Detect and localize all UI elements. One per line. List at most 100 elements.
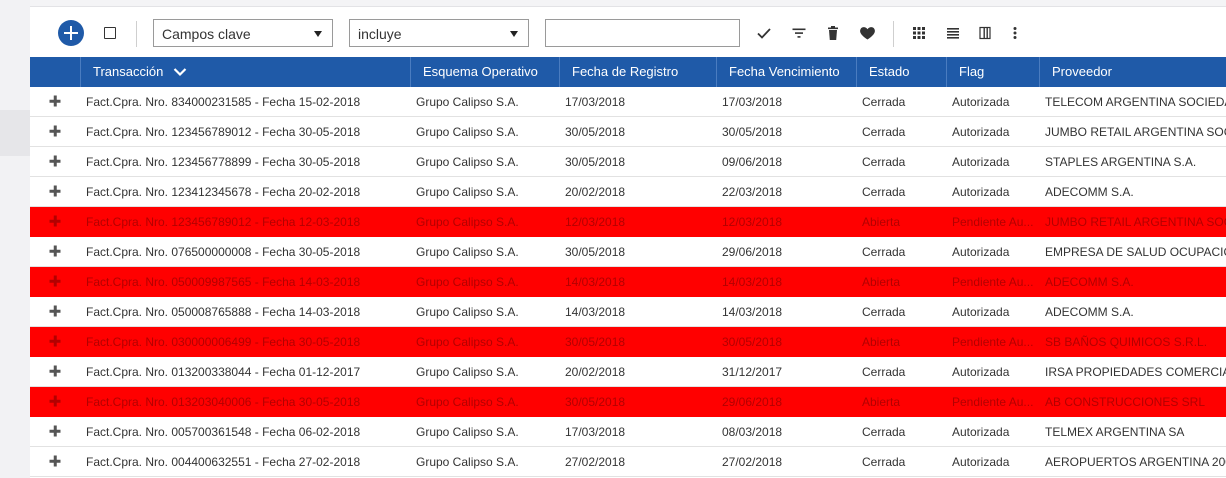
cell-estado: Cerrada: [862, 455, 906, 469]
table-row[interactable]: Fact.Cpra. Nro. 030000006499 - Fecha 30-…: [30, 327, 1226, 357]
table-row[interactable]: Fact.Cpra. Nro. 050008765888 - Fecha 14-…: [30, 297, 1226, 327]
cell-fecha-vencimiento: 29/06/2018: [722, 395, 783, 409]
expand-plus-icon[interactable]: [49, 455, 61, 467]
table-row[interactable]: Fact.Cpra. Nro. 005700361548 - Fecha 06-…: [30, 417, 1226, 447]
expand-plus-icon[interactable]: [49, 335, 61, 347]
expand-plus-icon[interactable]: [49, 245, 61, 257]
table-row[interactable]: Fact.Cpra. Nro. 013200338044 - Fecha 01-…: [30, 357, 1226, 387]
cell-proveedor: JUMBO RETAIL ARGENTINA SOCI: [1045, 125, 1226, 139]
expand-plus-icon[interactable]: [49, 95, 61, 107]
list-view-icon[interactable]: [942, 22, 964, 44]
cell-proveedor: AEROPUERTOS ARGENTINA 2000: [1045, 455, 1226, 469]
sort-chevron-down-icon[interactable]: [173, 67, 187, 77]
cell-fecha-registro: 30/05/2018: [565, 335, 626, 349]
expand-plus-icon[interactable]: [49, 155, 61, 167]
cell-esquema: Grupo Calipso S.A.: [416, 425, 519, 439]
expand-plus-icon[interactable]: [49, 125, 61, 137]
table-row[interactable]: Fact.Cpra. Nro. 123456789012 - Fecha 12-…: [30, 207, 1226, 237]
cell-fecha-registro: 20/02/2018: [565, 365, 626, 379]
toolbar-divider: [893, 21, 894, 47]
cell-esquema: Grupo Calipso S.A.: [416, 215, 519, 229]
column-header-flag[interactable]: Flag: [946, 57, 1039, 87]
table-row[interactable]: Fact.Cpra. Nro. 050009987565 - Fecha 14-…: [30, 267, 1226, 297]
cell-esquema: Grupo Calipso S.A.: [416, 395, 519, 409]
search-input[interactable]: [545, 19, 740, 47]
cell-estado: Cerrada: [862, 365, 906, 379]
table-header: Transacción Esquema Operativo Fecha de R…: [30, 57, 1226, 87]
column-header-label: Estado: [869, 64, 910, 79]
field-select-value: Campos clave: [162, 26, 251, 42]
cell-fecha-vencimiento: 22/03/2018: [722, 185, 783, 199]
column-header-esquema[interactable]: Esquema Operativo: [410, 57, 559, 87]
column-header-fecha-registro[interactable]: Fecha de Registro: [559, 57, 716, 87]
toolbar-divider: [136, 21, 137, 47]
cell-transaccion: Fact.Cpra. Nro. 076500000008 - Fecha 30-…: [86, 245, 361, 259]
column-header-estado[interactable]: Estado: [856, 57, 946, 87]
operator-select-value: incluye: [358, 26, 402, 42]
cell-fecha-vencimiento: 27/02/2018: [722, 455, 783, 469]
cell-fecha-registro: 20/02/2018: [565, 185, 626, 199]
cell-proveedor: ADECOMM S.A.: [1045, 275, 1134, 289]
table-row[interactable]: Fact.Cpra. Nro. 123456789012 - Fecha 30-…: [30, 117, 1226, 147]
cell-flag: Autorizada: [952, 245, 1010, 259]
grid-view-icon[interactable]: [908, 22, 930, 44]
expand-column-header: [30, 57, 80, 87]
operator-select[interactable]: incluye: [349, 19, 529, 47]
cell-estado: Abierta: [862, 335, 901, 349]
filter-icon[interactable]: [788, 22, 810, 44]
cell-esquema: Grupo Calipso S.A.: [416, 245, 519, 259]
cell-proveedor: TELECOM ARGENTINA SOCIEDAD: [1045, 95, 1226, 109]
expand-plus-icon[interactable]: [49, 185, 61, 197]
cell-flag: Autorizada: [952, 365, 1010, 379]
cell-fecha-vencimiento: 17/03/2018: [722, 95, 783, 109]
heart-icon[interactable]: [856, 22, 878, 44]
cell-fecha-registro: 30/05/2018: [565, 125, 626, 139]
cell-estado: Cerrada: [862, 125, 906, 139]
columns-icon[interactable]: [974, 22, 996, 44]
cell-estado: Cerrada: [862, 155, 906, 169]
table-row[interactable]: Fact.Cpra. Nro. 004400632551 - Fecha 27-…: [30, 447, 1226, 477]
field-select[interactable]: Campos clave: [153, 19, 333, 47]
cell-flag: Autorizada: [952, 455, 1010, 469]
cell-esquema: Grupo Calipso S.A.: [416, 155, 519, 169]
column-header-label: Fecha Vencimiento: [729, 64, 840, 79]
cell-transaccion: Fact.Cpra. Nro. 013200338044 - Fecha 01-…: [86, 365, 361, 379]
sidebar-block: [0, 110, 30, 156]
expand-plus-icon[interactable]: [49, 365, 61, 377]
expand-plus-icon[interactable]: [49, 275, 61, 287]
table-row[interactable]: Fact.Cpra. Nro. 013203040006 - Fecha 30-…: [30, 387, 1226, 417]
cell-esquema: Grupo Calipso S.A.: [416, 335, 519, 349]
cell-transaccion: Fact.Cpra. Nro. 123456789012 - Fecha 30-…: [86, 125, 361, 139]
grid-panel: Campos clave incluye Transacción Esquema…: [30, 6, 1226, 478]
left-background: [0, 0, 30, 478]
expand-plus-icon[interactable]: [49, 395, 61, 407]
table-row[interactable]: Fact.Cpra. Nro. 834000231585 - Fecha 15-…: [30, 87, 1226, 117]
column-header-proveedor[interactable]: Proveedor: [1039, 57, 1226, 87]
chevron-down-icon: [510, 31, 518, 37]
expand-plus-icon[interactable]: [49, 215, 61, 227]
add-button[interactable]: [58, 20, 84, 46]
cell-estado: Cerrada: [862, 185, 906, 199]
check-icon[interactable]: [753, 22, 775, 44]
cell-transaccion: Fact.Cpra. Nro. 834000231585 - Fecha 15-…: [86, 95, 361, 109]
column-header-transaccion[interactable]: Transacción: [80, 57, 410, 87]
column-header-label: Fecha de Registro: [572, 64, 679, 79]
cell-fecha-vencimiento: 12/03/2018: [722, 215, 783, 229]
cell-transaccion: Fact.Cpra. Nro. 030000006499 - Fecha 30-…: [86, 335, 361, 349]
cell-flag: Pendiente Au...: [952, 335, 1034, 349]
more-vert-icon[interactable]: [1004, 22, 1026, 44]
table-row[interactable]: Fact.Cpra. Nro. 123456778899 - Fecha 30-…: [30, 147, 1226, 177]
table-row[interactable]: Fact.Cpra. Nro. 076500000008 - Fecha 30-…: [30, 237, 1226, 267]
column-header-label: Transacción: [93, 64, 164, 79]
cell-proveedor: JUMBO RETAIL ARGENTINA SOCI: [1045, 215, 1226, 229]
trash-icon[interactable]: [822, 22, 844, 44]
table-row[interactable]: Fact.Cpra. Nro. 123412345678 - Fecha 20-…: [30, 177, 1226, 207]
column-header-fecha-vencimiento[interactable]: Fecha Vencimiento: [716, 57, 856, 87]
select-all-checkbox[interactable]: [104, 27, 116, 39]
cell-transaccion: Fact.Cpra. Nro. 123456778899 - Fecha 30-…: [86, 155, 361, 169]
expand-plus-icon[interactable]: [49, 305, 61, 317]
cell-proveedor: TELMEX ARGENTINA SA: [1045, 425, 1185, 439]
cell-esquema: Grupo Calipso S.A.: [416, 125, 519, 139]
expand-plus-icon[interactable]: [49, 425, 61, 437]
cell-fecha-registro: 17/03/2018: [565, 425, 626, 439]
